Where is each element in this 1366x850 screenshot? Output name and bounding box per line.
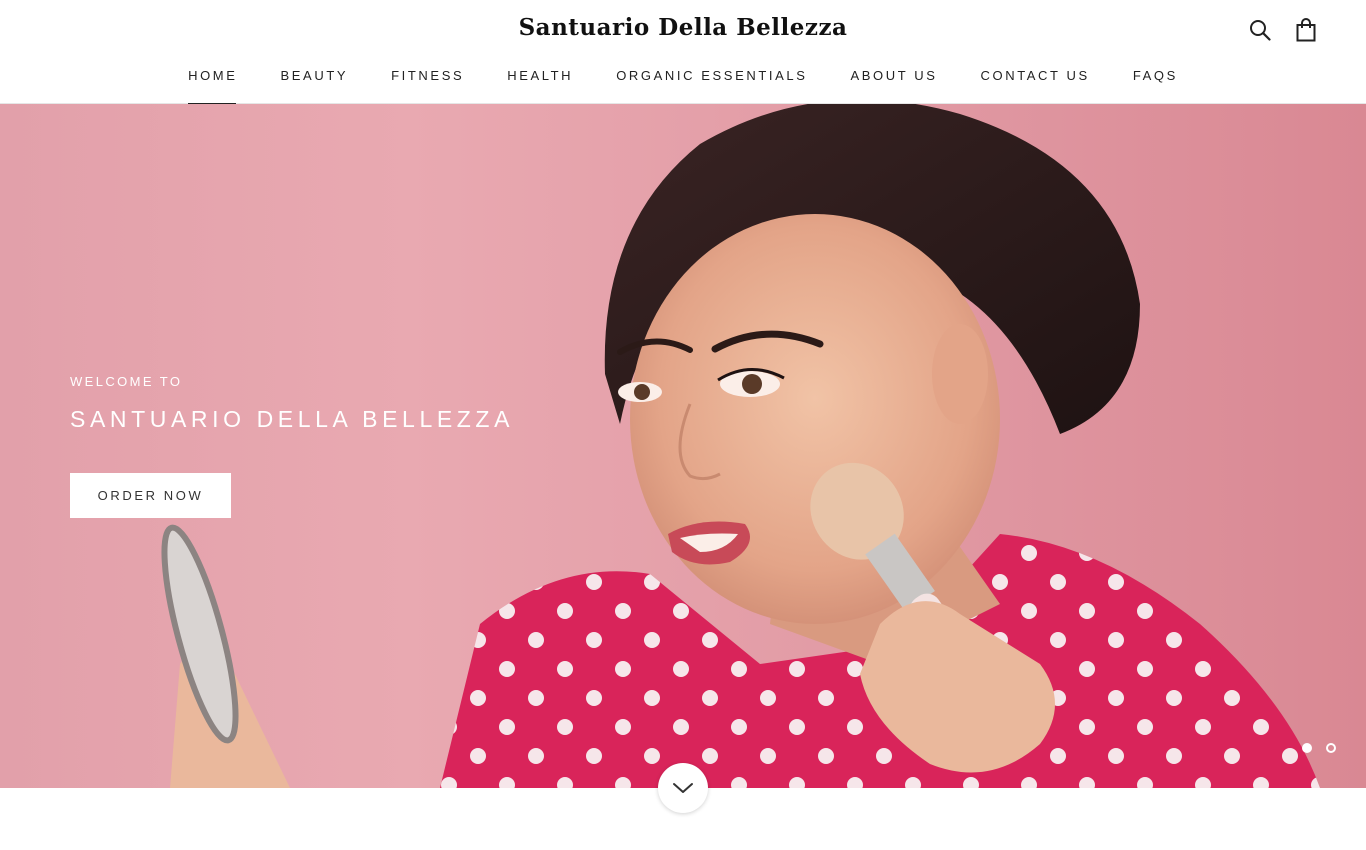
site-header: Santuario Della Bellezza HOME BEAUTY FIT…: [0, 0, 1366, 105]
chevron-down-icon: [673, 783, 693, 793]
nav-item-home[interactable]: HOME: [188, 68, 237, 105]
order-now-button[interactable]: ORDER NOW: [70, 473, 231, 518]
nav-item-about-us[interactable]: ABOUT US: [850, 68, 937, 105]
nav-item-faqs[interactable]: FAQS: [1133, 68, 1178, 105]
nav-item-organic-essentials[interactable]: ORGANIC ESSENTIALS: [616, 68, 807, 105]
hero-slideshow: WELCOME TO SANTUARIO DELLA BELLEZZA ORDE…: [0, 104, 1366, 788]
nav-item-fitness[interactable]: FITNESS: [391, 68, 464, 105]
nav-item-contact-us[interactable]: CONTACT US: [981, 68, 1090, 105]
hero-image: [161, 104, 1320, 788]
slideshow-pagination: [1302, 743, 1336, 753]
header-actions: [1248, 17, 1318, 43]
hero-caption: WELCOME TO SANTUARIO DELLA BELLEZZA: [70, 374, 514, 433]
site-logo[interactable]: Santuario Della Bellezza: [0, 14, 1366, 41]
slide-dot-1[interactable]: [1302, 743, 1312, 753]
shopping-bag-icon[interactable]: [1294, 17, 1318, 43]
main-nav: HOME BEAUTY FITNESS HEALTH ORGANIC ESSEN…: [0, 68, 1366, 105]
nav-item-beauty[interactable]: BEAUTY: [281, 68, 349, 105]
hero-kicker: WELCOME TO: [70, 374, 183, 389]
hero-title: SANTUARIO DELLA BELLEZZA: [70, 406, 515, 432]
nav-item-health[interactable]: HEALTH: [507, 68, 573, 105]
search-icon[interactable]: [1248, 17, 1272, 43]
scroll-down-button[interactable]: [658, 763, 708, 813]
slide-dot-2[interactable]: [1326, 743, 1336, 753]
